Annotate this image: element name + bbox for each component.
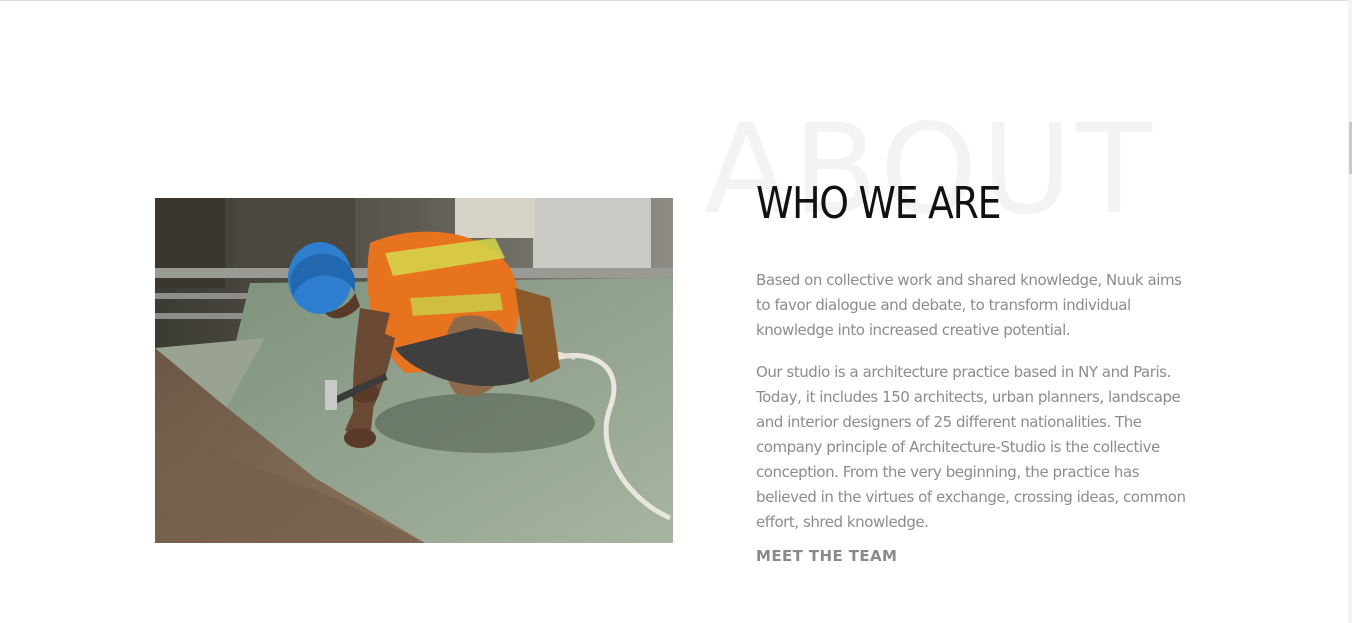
meet-the-team-link[interactable]: MEET THE TEAM	[756, 545, 897, 567]
studio-paragraph: Our studio is a architecture practice ba…	[756, 363, 1186, 531]
section-heading: WHO WE ARE	[756, 178, 1002, 229]
intro-paragraph: Based on collective work and shared know…	[756, 271, 1182, 339]
about-section: ABOUT WHO WE ARE Based on collective wor…	[0, 0, 1352, 623]
scrollbar-track[interactable]	[1348, 0, 1352, 623]
construction-worker-photo	[155, 198, 673, 543]
top-divider	[0, 0, 1352, 1]
